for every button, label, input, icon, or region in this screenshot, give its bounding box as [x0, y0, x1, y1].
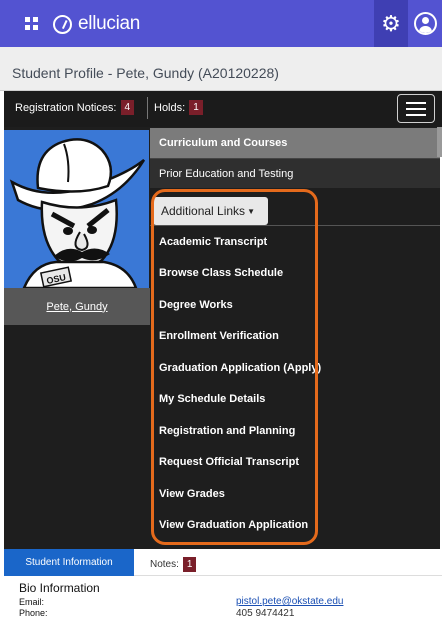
user-profile-icon — [413, 12, 437, 35]
ellucian-logo-icon — [53, 14, 72, 34]
ellucian-logo[interactable]: ellucian — [53, 13, 140, 35]
holds-badge: 1 — [189, 100, 203, 115]
hamburger-menu-icon[interactable] — [397, 94, 435, 123]
student-photo: OSU — [4, 130, 149, 288]
phone-value: 405 9474421 — [236, 608, 295, 617]
student-name-box: Pete, Gundy — [4, 288, 150, 325]
highlight-annotation — [151, 189, 318, 545]
tab-student-information[interactable]: Student Information — [4, 549, 134, 576]
student-name-link[interactable]: Pete, Gundy — [46, 301, 107, 313]
page-title: Student Profile - Pete, Gundy (A20120228… — [12, 65, 279, 81]
mascot-portrait: OSU — [4, 130, 149, 288]
bio-information-heading: Bio Information — [19, 581, 100, 595]
notices-divider — [147, 97, 148, 119]
registration-notices-badge: 4 — [120, 100, 135, 115]
holds-label: Holds: — [154, 101, 186, 114]
notes-badge: 1 — [182, 557, 197, 572]
email-label: Email: — [19, 597, 45, 607]
apps-grid-icon[interactable] — [25, 17, 38, 30]
registration-notices[interactable]: Registration Notices: 4 — [15, 100, 135, 115]
page-header: Student Profile - Pete, Gundy (A20120228… — [0, 47, 442, 91]
menu-curriculum-and-courses[interactable]: Curriculum and Courses — [150, 128, 440, 158]
menu-prior-education[interactable]: Prior Education and Testing — [150, 158, 440, 188]
registration-notices-label: Registration Notices: — [15, 101, 117, 114]
notes-label: Notes: — [150, 559, 179, 570]
phone-label: Phone: — [19, 608, 48, 617]
top-bar: ellucian ⚙ — [0, 0, 442, 47]
notices-bar: Registration Notices: 4 Holds: 1 — [4, 91, 442, 127]
user-profile-button[interactable] — [408, 0, 442, 47]
holds-notice[interactable]: Holds: 1 — [154, 100, 203, 115]
brand-name: ellucian — [78, 13, 141, 34]
tab-notes[interactable]: Notes: 1 — [150, 557, 197, 572]
scrollbar[interactable] — [437, 127, 442, 157]
email-link[interactable]: pistol.pete@okstate.edu — [236, 596, 343, 607]
settings-gear-icon[interactable]: ⚙ — [374, 0, 408, 47]
